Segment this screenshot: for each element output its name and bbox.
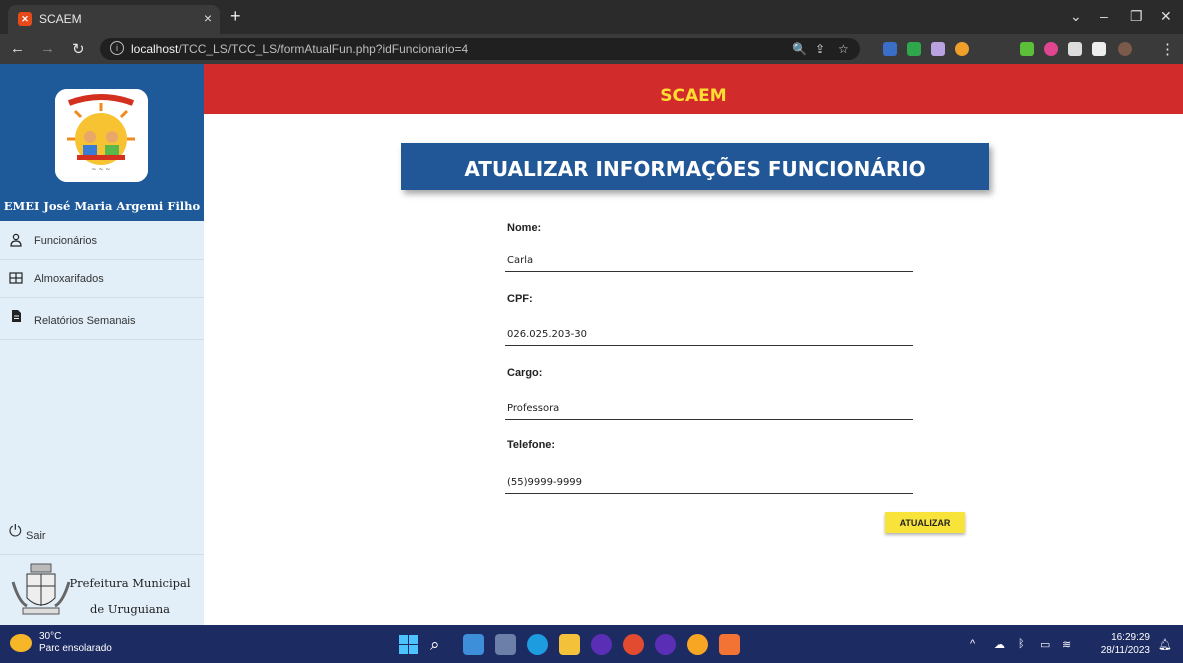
xampp-icon[interactable] — [719, 634, 740, 655]
extension-icon[interactable] — [955, 42, 969, 56]
url-host: localhost — [131, 42, 179, 56]
browser-address-bar: ← → ↻ i localhost/TCC_LS/TCC_LS/formAtua… — [0, 34, 1183, 64]
close-tab-icon[interactable]: × — [204, 10, 212, 26]
pen-icon[interactable] — [931, 42, 945, 56]
sidebar-item-relatorios[interactable]: Relatórios Semanais — [0, 299, 204, 340]
folder-icon[interactable] — [559, 634, 580, 655]
drive-icon[interactable] — [907, 42, 921, 56]
prefeitura-footer: Prefeitura Municipal de Uruguiana — [0, 555, 204, 625]
weather-desc: Parc ensolarado — [39, 643, 112, 654]
grid-icon — [9, 271, 23, 285]
app-header: SCAEM — [204, 64, 1183, 114]
prefeitura-line2: de Uruguiana — [90, 602, 170, 616]
url-path: /TCC_LS/TCC_LS/formAtualFun.php?idFuncio… — [178, 42, 469, 56]
user-icon — [9, 233, 23, 247]
app-icon[interactable] — [687, 634, 708, 655]
clock-date: 28/11/2023 — [1100, 645, 1150, 656]
weather-widget[interactable]: 30°C Parc ensolarado — [10, 631, 140, 659]
notification-bell-icon[interactable]: 🔔︎ — [1158, 638, 1172, 651]
atualizar-button[interactable]: ATUALIZAR — [885, 512, 965, 533]
menu-icon[interactable]: ⋮ — [1160, 40, 1175, 58]
edge-icon[interactable] — [527, 634, 548, 655]
close-window-icon[interactable]: ✕ — [1160, 8, 1172, 25]
sidebar-item-label: Almoxarifados — [34, 273, 104, 285]
nome-label: Nome: — [507, 222, 542, 234]
sidebar: ~ ~ ~ EMEI José Maria Argemi Filho Funci… — [0, 64, 204, 625]
star-icon[interactable]: ☆ — [838, 42, 849, 56]
github-icon[interactable] — [655, 634, 676, 655]
sidebar-item-almoxarifados[interactable]: Almoxarifados — [0, 261, 204, 298]
puzzle-icon[interactable] — [1068, 42, 1082, 56]
windows-start-icon[interactable] — [398, 634, 419, 655]
wifi-icon[interactable]: ≋ — [1062, 638, 1071, 651]
task-view-icon[interactable] — [495, 634, 516, 655]
chrome-icon[interactable] — [623, 634, 644, 655]
logout-label: Sair — [26, 530, 46, 542]
prefeitura-line1: Prefeitura Municipal — [69, 576, 191, 590]
cpf-input[interactable] — [505, 324, 913, 346]
sidebar-header: ~ ~ ~ EMEI José Maria Argemi Filho — [0, 64, 204, 221]
svg-text:~ ~ ~: ~ ~ ~ — [92, 166, 111, 173]
tab-title: SCAEM — [39, 12, 82, 26]
school-name: EMEI José Maria Argemi Filho — [3, 199, 201, 213]
url-field[interactable]: i localhost/TCC_LS/TCC_LS/formAtualFun.p… — [100, 38, 860, 60]
telefone-label: Telefone: — [507, 439, 556, 451]
cloud-icon[interactable]: ☁ — [994, 638, 1005, 651]
new-tab-icon[interactable]: + — [230, 6, 241, 27]
restore-icon[interactable]: ❐ — [1130, 8, 1143, 25]
weather-temp: 30°C — [39, 631, 62, 642]
profile-avatar[interactable] — [1118, 42, 1132, 56]
form-title-banner: ATUALIZAR INFORMAÇÕES FUNCIONÁRIO — [401, 143, 989, 190]
clock-time: 16:29:29 — [1111, 632, 1150, 643]
logout-button[interactable]: ⏻ Sair — [0, 509, 204, 555]
sidebar-item-funcionarios[interactable]: Funcionários — [0, 223, 204, 260]
search-icon[interactable]: ⌕ — [430, 634, 451, 655]
xampp-icon: ✕ — [18, 12, 32, 26]
sidepanel-icon[interactable] — [1092, 42, 1106, 56]
zoom-icon[interactable]: 🔍 — [792, 42, 807, 56]
cargo-label: Cargo: — [507, 367, 543, 379]
extension-icon[interactable] — [1044, 42, 1058, 56]
clock[interactable]: 16:29:29 28/11/2023 — [1090, 631, 1150, 657]
weather-icon — [10, 634, 32, 652]
reload-icon[interactable]: ↻ — [72, 40, 85, 58]
forward-icon[interactable]: → — [40, 40, 55, 57]
sidebar-item-label: Relatórios Semanais — [34, 315, 136, 327]
page-title: ATUALIZAR INFORMAÇÕES FUNCIONÁRIO — [464, 157, 926, 181]
cpf-label: CPF: — [507, 293, 533, 305]
chevron-down-icon[interactable]: ⌄ — [1070, 8, 1082, 25]
info-icon[interactable]: i — [110, 41, 124, 55]
widgets-icon[interactable] — [463, 634, 484, 655]
sidebar-item-label: Funcionários — [34, 235, 97, 247]
browser-tab[interactable]: ✕ SCAEM × — [8, 5, 220, 34]
document-icon — [9, 309, 23, 323]
back-icon[interactable]: ← — [10, 40, 25, 57]
os-taskbar: 30°C Parc ensolarado ⌕ ^ ☁ ᛒ ▭ ≋ ◁ 16:29… — [0, 625, 1183, 663]
telefone-input[interactable] — [505, 472, 913, 494]
app-brand: SCAEM — [660, 86, 727, 106]
browser-tab-bar: ✕ SCAEM × + ⌄ – ❐ ✕ — [0, 0, 1183, 34]
share-icon[interactable]: ⇪ — [815, 42, 825, 56]
chevron-up-icon[interactable]: ^ — [970, 638, 975, 650]
extension-icon[interactable] — [883, 42, 897, 56]
github-icon[interactable] — [591, 634, 612, 655]
power-icon: ⏻ — [9, 523, 22, 540]
cargo-input[interactable] — [505, 398, 913, 420]
nome-input[interactable] — [505, 250, 913, 272]
minimize-icon[interactable]: – — [1100, 8, 1108, 24]
school-logo: ~ ~ ~ — [55, 89, 148, 182]
extension-icon[interactable] — [1020, 42, 1034, 56]
bluetooth-icon[interactable]: ᛒ — [1018, 638, 1025, 650]
display-icon[interactable]: ▭ — [1040, 638, 1050, 651]
